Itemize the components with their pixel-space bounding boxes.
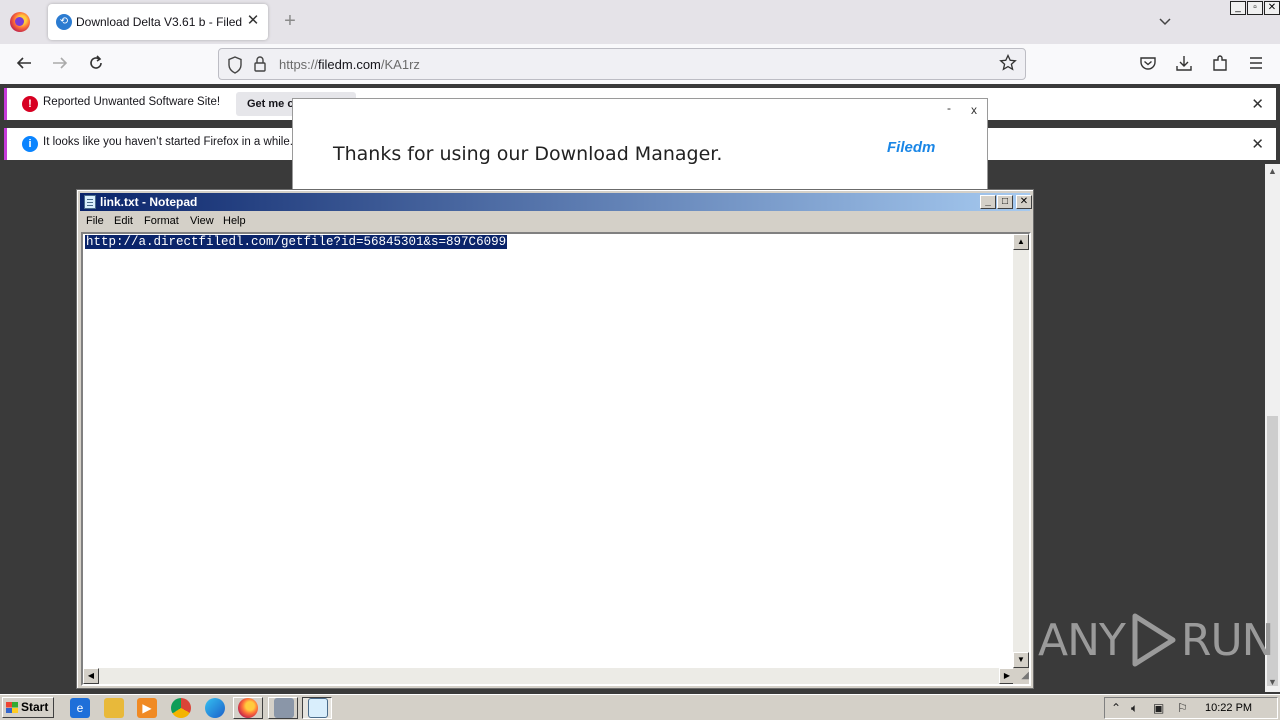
- forward-arrow-icon[interactable]: [50, 54, 70, 74]
- window-restore-button[interactable]: ▫: [1247, 1, 1263, 15]
- list-all-tabs-icon[interactable]: [1158, 14, 1174, 30]
- taskbar-notepad-task[interactable]: [302, 697, 332, 719]
- menu-help[interactable]: Help: [223, 215, 246, 227]
- notepad-taskbar-icon: [308, 698, 328, 718]
- menu-view[interactable]: View: [190, 215, 214, 227]
- firefox-icon: [238, 698, 258, 718]
- taskbar: Start e ▶ ⌃ 🔈︎ ▣ ⚐ 10:22 PM: [0, 694, 1280, 720]
- action-center-flag-icon[interactable]: ⚐: [1177, 701, 1188, 715]
- clock[interactable]: 10:22 PM: [1205, 702, 1252, 714]
- window-minimize-button[interactable]: _: [1230, 1, 1246, 15]
- scroll-down-arrow-icon[interactable]: ▼: [1268, 677, 1277, 687]
- anyrun-watermark: ANY RUN: [1038, 608, 1275, 672]
- taskbar-installer-task[interactable]: [268, 697, 298, 719]
- notepad-menubar: File Edit Format View Help: [80, 212, 1030, 231]
- lock-icon[interactable]: [253, 55, 269, 73]
- installer-icon: [274, 698, 294, 718]
- popup-minimize-button[interactable]: -: [947, 101, 951, 115]
- download-manager-popup: - x Thanks for using our Download Manage…: [292, 98, 988, 192]
- scroll-up-arrow-icon[interactable]: ▲: [1268, 166, 1277, 176]
- edge-icon[interactable]: [205, 698, 225, 718]
- tab-active[interactable]: ⟲ Download Delta V3.61 b - Filedm.c ✕: [48, 4, 268, 40]
- scroll-left-button[interactable]: ◀: [83, 668, 99, 684]
- url-path: /KA1rz: [380, 57, 420, 72]
- new-tab-button[interactable]: +: [280, 11, 300, 32]
- watermark-right-text: RUN: [1180, 614, 1275, 666]
- start-button[interactable]: Start: [2, 697, 54, 718]
- vertical-scrollbar[interactable]: ▲ ▼: [1013, 234, 1029, 668]
- selected-text[interactable]: http://a.directfiledl.com/getfile?id=568…: [85, 235, 508, 249]
- tab-favicon-icon: ⟲: [56, 14, 72, 30]
- back-arrow-icon[interactable]: [14, 54, 34, 74]
- pocket-icon[interactable]: [1138, 54, 1158, 74]
- notification-close-button[interactable]: ✕: [1251, 95, 1264, 113]
- file-explorer-icon[interactable]: [104, 698, 124, 718]
- hamburger-menu-icon[interactable]: [1246, 54, 1266, 74]
- window-controls: _ ▫ ✕: [1229, 1, 1280, 16]
- system-tray: ⌃ 🔈︎ ▣ ⚐ 10:22 PM: [1104, 697, 1278, 719]
- notepad-maximize-button[interactable]: □: [997, 195, 1013, 209]
- downloads-icon[interactable]: [1174, 54, 1194, 74]
- window-close-button[interactable]: ✕: [1264, 1, 1280, 15]
- internet-explorer-icon[interactable]: e: [70, 698, 90, 718]
- notepad-titlebar[interactable]: link.txt - Notepad _ □ ✕: [80, 193, 1032, 211]
- show-hidden-icons-icon[interactable]: ⌃: [1111, 701, 1121, 715]
- popup-message: Thanks for using our Download Manager.: [333, 143, 723, 165]
- horizontal-scrollbar[interactable]: ◀ ▶: [83, 668, 1015, 684]
- tab-strip: ⟲ Download Delta V3.61 b - Filedm.c ✕ + …: [0, 0, 1280, 44]
- notification-message: Reported Unwanted Software Site!: [43, 96, 221, 108]
- menu-edit[interactable]: Edit: [114, 215, 133, 227]
- notepad-title: link.txt - Notepad: [100, 195, 198, 209]
- extensions-icon[interactable]: [1210, 54, 1230, 74]
- media-player-icon[interactable]: ▶: [137, 698, 157, 718]
- volume-icon[interactable]: 🔈︎: [1131, 701, 1138, 716]
- url-host: filedm.com: [318, 57, 381, 72]
- network-icon[interactable]: ▣: [1153, 701, 1164, 715]
- notepad-text-area[interactable]: http://a.directfiledl.com/getfile?id=568…: [81, 232, 1031, 686]
- notepad-close-button[interactable]: ✕: [1016, 195, 1032, 209]
- play-logo-icon: [1132, 613, 1176, 667]
- reload-icon[interactable]: [86, 54, 106, 74]
- warning-icon: !: [22, 96, 38, 112]
- notepad-window: link.txt - Notepad _ □ ✕ File Edit Forma…: [76, 189, 1034, 689]
- menu-format[interactable]: Format: [144, 215, 179, 227]
- menu-file[interactable]: File: [86, 215, 104, 227]
- address-bar[interactable]: https://filedm.com/KA1rz: [218, 48, 1026, 80]
- tab-close-button[interactable]: ✕: [244, 12, 262, 30]
- taskbar-firefox-task[interactable]: [233, 697, 263, 719]
- tab-title: Download Delta V3.61 b - Filedm.c: [76, 15, 242, 29]
- navigation-toolbar: https://filedm.com/KA1rz: [0, 44, 1280, 84]
- notepad-icon: [84, 195, 96, 209]
- firefox-logo-icon: [10, 12, 30, 32]
- chrome-icon[interactable]: [171, 698, 191, 718]
- info-icon: i: [22, 136, 38, 152]
- tracking-shield-icon[interactable]: [227, 56, 243, 74]
- url-scheme: https://: [279, 57, 319, 72]
- notification-close-button[interactable]: ✕: [1251, 135, 1264, 153]
- scroll-down-button[interactable]: ▼: [1013, 652, 1029, 668]
- watermark-left-text: ANY: [1038, 614, 1126, 666]
- url-text[interactable]: https://filedm.com/KA1rz: [279, 57, 420, 72]
- filedm-logo: Filedm: [887, 139, 936, 156]
- notepad-minimize-button[interactable]: _: [980, 195, 996, 209]
- popup-close-button[interactable]: x: [971, 103, 977, 117]
- scroll-up-button[interactable]: ▲: [1013, 234, 1029, 250]
- resize-grip-icon[interactable]: ◢: [1013, 668, 1029, 684]
- bookmark-star-icon[interactable]: [999, 53, 1017, 77]
